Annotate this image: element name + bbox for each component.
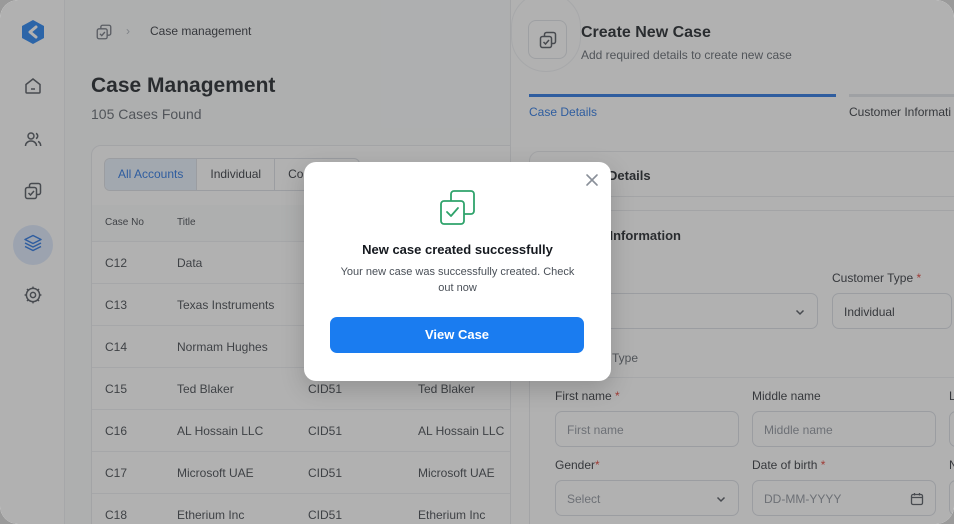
view-case-button[interactable]: View Case — [330, 317, 584, 353]
app-window: › Case management Case Management 105 Ca… — [0, 0, 954, 524]
success-modal: New case created successfully Your new c… — [304, 162, 611, 381]
modal-message: Your new case was successfully created. … — [340, 266, 575, 294]
modal-title: New case created successfully — [362, 242, 553, 257]
close-icon[interactable] — [584, 172, 600, 188]
case-success-icon — [439, 189, 477, 232]
